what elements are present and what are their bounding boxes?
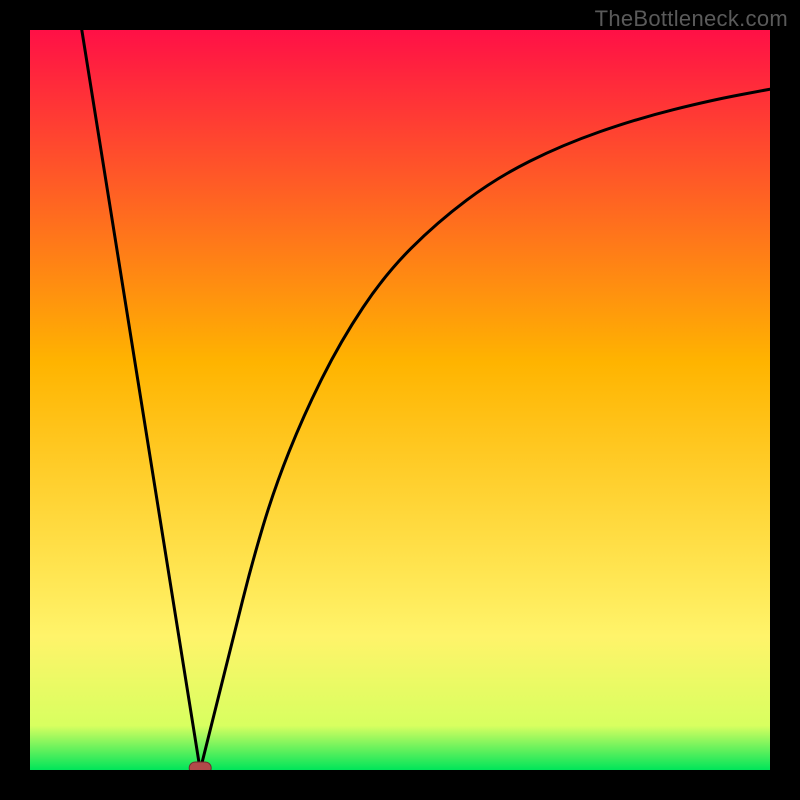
- watermark-label: TheBottleneck.com: [595, 6, 788, 32]
- plot-area: [30, 30, 770, 770]
- vertex-marker: [189, 762, 211, 770]
- chart-svg: [30, 30, 770, 770]
- chart-frame: TheBottleneck.com: [0, 0, 800, 800]
